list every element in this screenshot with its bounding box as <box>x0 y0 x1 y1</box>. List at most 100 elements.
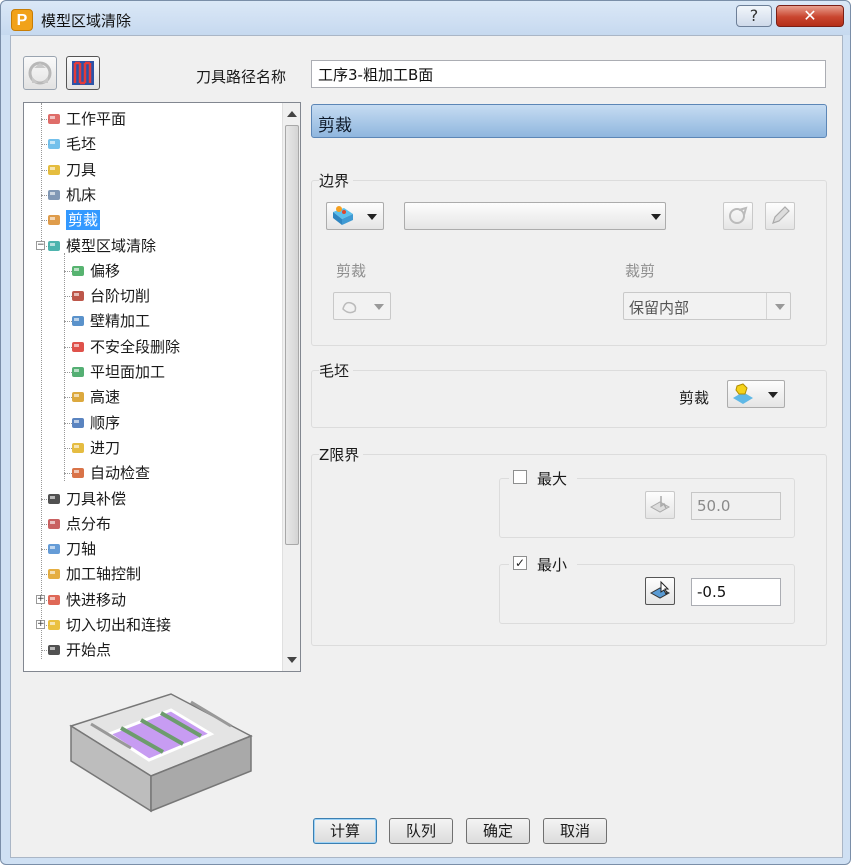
tool-comp-icon <box>46 490 62 506</box>
boundary-limit-dropdown[interactable] <box>333 292 391 320</box>
limit-disabled-icon <box>342 301 357 314</box>
tree-item-label: 不安全段删除 <box>90 337 181 356</box>
pencil-icon <box>772 206 790 224</box>
axis-control-icon <box>46 565 62 581</box>
block-group-label: 毛坯 <box>319 360 354 381</box>
tree-item-machine[interactable]: 机床 <box>46 183 96 207</box>
boundary-edit-button[interactable] <box>765 202 795 230</box>
boundary-trim-label: 裁剪 <box>625 262 656 280</box>
tree-item-tool-axis[interactable]: 刀轴 <box>46 537 96 561</box>
unsafe-segment-icon <box>70 338 86 354</box>
z-min-pick-button[interactable] <box>645 577 675 605</box>
window-title: 模型区域清除 <box>41 12 132 30</box>
tree-item-high-speed[interactable]: 高速 <box>70 385 120 409</box>
tree-item-approach[interactable]: 进刀 <box>70 436 120 460</box>
tree-item-label: 工作平面 <box>66 110 127 128</box>
scroll-up-icon[interactable] <box>287 111 297 117</box>
boundary-activate-icon <box>729 206 748 224</box>
boundary-group-label: 边界 <box>319 170 354 191</box>
flat-machining-icon <box>70 363 86 379</box>
tree-item-rapid-move[interactable]: 快进移动 <box>46 588 126 612</box>
tree-item-label: 自动检查 <box>90 464 151 483</box>
tree-item-block[interactable]: 毛坯 <box>46 132 96 156</box>
title-bar: P 模型区域清除 ? ✕ <box>1 1 850 35</box>
z-limits-group-label: Z限界 <box>319 444 364 465</box>
select-divider <box>766 293 767 319</box>
z-max-label: 最大 <box>537 470 568 488</box>
tree-scrollbar[interactable] <box>282 103 300 671</box>
tree-item-point-distribution[interactable]: 点分布 <box>46 512 111 536</box>
z-max-input[interactable]: 50.0 <box>691 492 781 520</box>
chevron-down-icon <box>374 304 384 310</box>
tree-item-label: 刀具补偿 <box>66 489 127 508</box>
boundary-activate-button[interactable] <box>723 202 753 230</box>
toolpath-pattern-icon <box>72 61 94 85</box>
recycle-button[interactable] <box>23 56 57 90</box>
ok-button[interactable]: 确定 <box>466 818 530 844</box>
step-cutting-icon <box>70 287 86 303</box>
auto-verify-icon <box>70 464 86 480</box>
tree-item-label: 平坦面加工 <box>90 363 166 381</box>
tree-item-flat-machining[interactable]: 平坦面加工 <box>70 360 165 384</box>
tree-item-workplane[interactable]: 工作平面 <box>46 107 126 131</box>
block-icon <box>46 135 62 151</box>
order-icon <box>70 414 86 430</box>
toolpath-preview-button[interactable] <box>66 56 100 90</box>
tree-item-tool[interactable]: 刀具 <box>46 158 96 182</box>
tree-item-limit[interactable]: 剪裁 <box>46 208 101 232</box>
queue-button[interactable]: 队列 <box>389 818 453 844</box>
collapse-toggle-icon[interactable]: − <box>36 240 45 250</box>
workplane-icon <box>46 110 62 126</box>
tree-item-axis-control[interactable]: 加工轴控制 <box>46 562 141 586</box>
tree-item-area-clear[interactable]: 模型区域清除 <box>46 234 156 258</box>
recycle-icon <box>28 61 52 85</box>
expand-toggle-icon[interactable]: + <box>36 620 45 629</box>
expand-toggle-icon[interactable]: + <box>36 594 45 604</box>
tree-item-label: 剪裁 <box>66 210 101 231</box>
tree-item-unsafe-segment[interactable]: 不安全段删除 <box>70 335 180 359</box>
close-button[interactable]: ✕ <box>776 5 844 27</box>
toolpath-name-label: 刀具路径名称 <box>196 68 287 86</box>
z-min-checkbox[interactable]: ✓ <box>513 556 527 570</box>
chevron-down-icon <box>367 214 377 220</box>
limit-icon <box>46 211 62 227</box>
toolpath-strategy-tree[interactable]: 工作平面毛坯刀具机床剪裁 − 模型区域清除偏移台阶切削壁精加工不安全段删除 平坦面加工… <box>23 102 301 672</box>
tree-connector-line <box>41 103 42 659</box>
tree-item-label: 模型区域清除 <box>66 236 157 255</box>
tree-item-label: 刀轴 <box>66 540 97 559</box>
toolpath-name-input[interactable] <box>311 60 826 88</box>
tree-item-tool-comp[interactable]: 刀具补偿 <box>46 487 126 511</box>
tree-item-order[interactable]: 顺序 <box>70 411 120 435</box>
trim-mode-select[interactable]: 保留内部 <box>623 292 791 320</box>
z-max-checkbox[interactable] <box>513 470 527 484</box>
tree-item-label: 切入切出和连接 <box>66 616 172 634</box>
block-limit-dropdown[interactable] <box>727 380 785 408</box>
calculate-button[interactable]: 计算 <box>313 818 377 844</box>
tree-item-label: 台阶切削 <box>90 287 151 306</box>
tree-item-label: 进刀 <box>90 438 121 457</box>
boundary-icon-dropdown[interactable] <box>326 202 384 230</box>
tree-connector-line-child <box>64 253 65 481</box>
tree-item-start-point[interactable]: 开始点 <box>46 638 111 662</box>
tree-item-leads-links[interactable]: 切入切出和连接 <box>46 613 171 637</box>
tree-item-auto-verify[interactable]: 自动检查 <box>70 461 150 485</box>
tree-item-offset[interactable]: 偏移 <box>70 259 120 283</box>
tree-item-wall-finishing[interactable]: 壁精加工 <box>70 309 150 333</box>
boundary-select[interactable] <box>404 202 666 230</box>
cancel-button[interactable]: 取消 <box>543 818 607 844</box>
z-min-input[interactable]: -0.5 <box>691 578 781 606</box>
scroll-thumb[interactable] <box>285 125 299 545</box>
app-logo-icon: P <box>11 9 33 31</box>
tree-item-label: 点分布 <box>66 514 112 533</box>
rapid-move-icon <box>46 591 62 607</box>
z-max-pick-button[interactable] <box>645 491 675 519</box>
help-button[interactable]: ? <box>736 5 772 27</box>
chevron-down-icon <box>651 214 661 220</box>
chevron-down-icon <box>775 304 785 310</box>
machine-icon <box>46 186 62 202</box>
tree-item-label: 刀具 <box>66 160 97 179</box>
chevron-down-icon <box>768 392 778 398</box>
scroll-down-icon[interactable] <box>287 657 297 663</box>
limit-preview-image <box>61 676 261 816</box>
tree-item-step-cutting[interactable]: 台阶切削 <box>70 284 150 308</box>
